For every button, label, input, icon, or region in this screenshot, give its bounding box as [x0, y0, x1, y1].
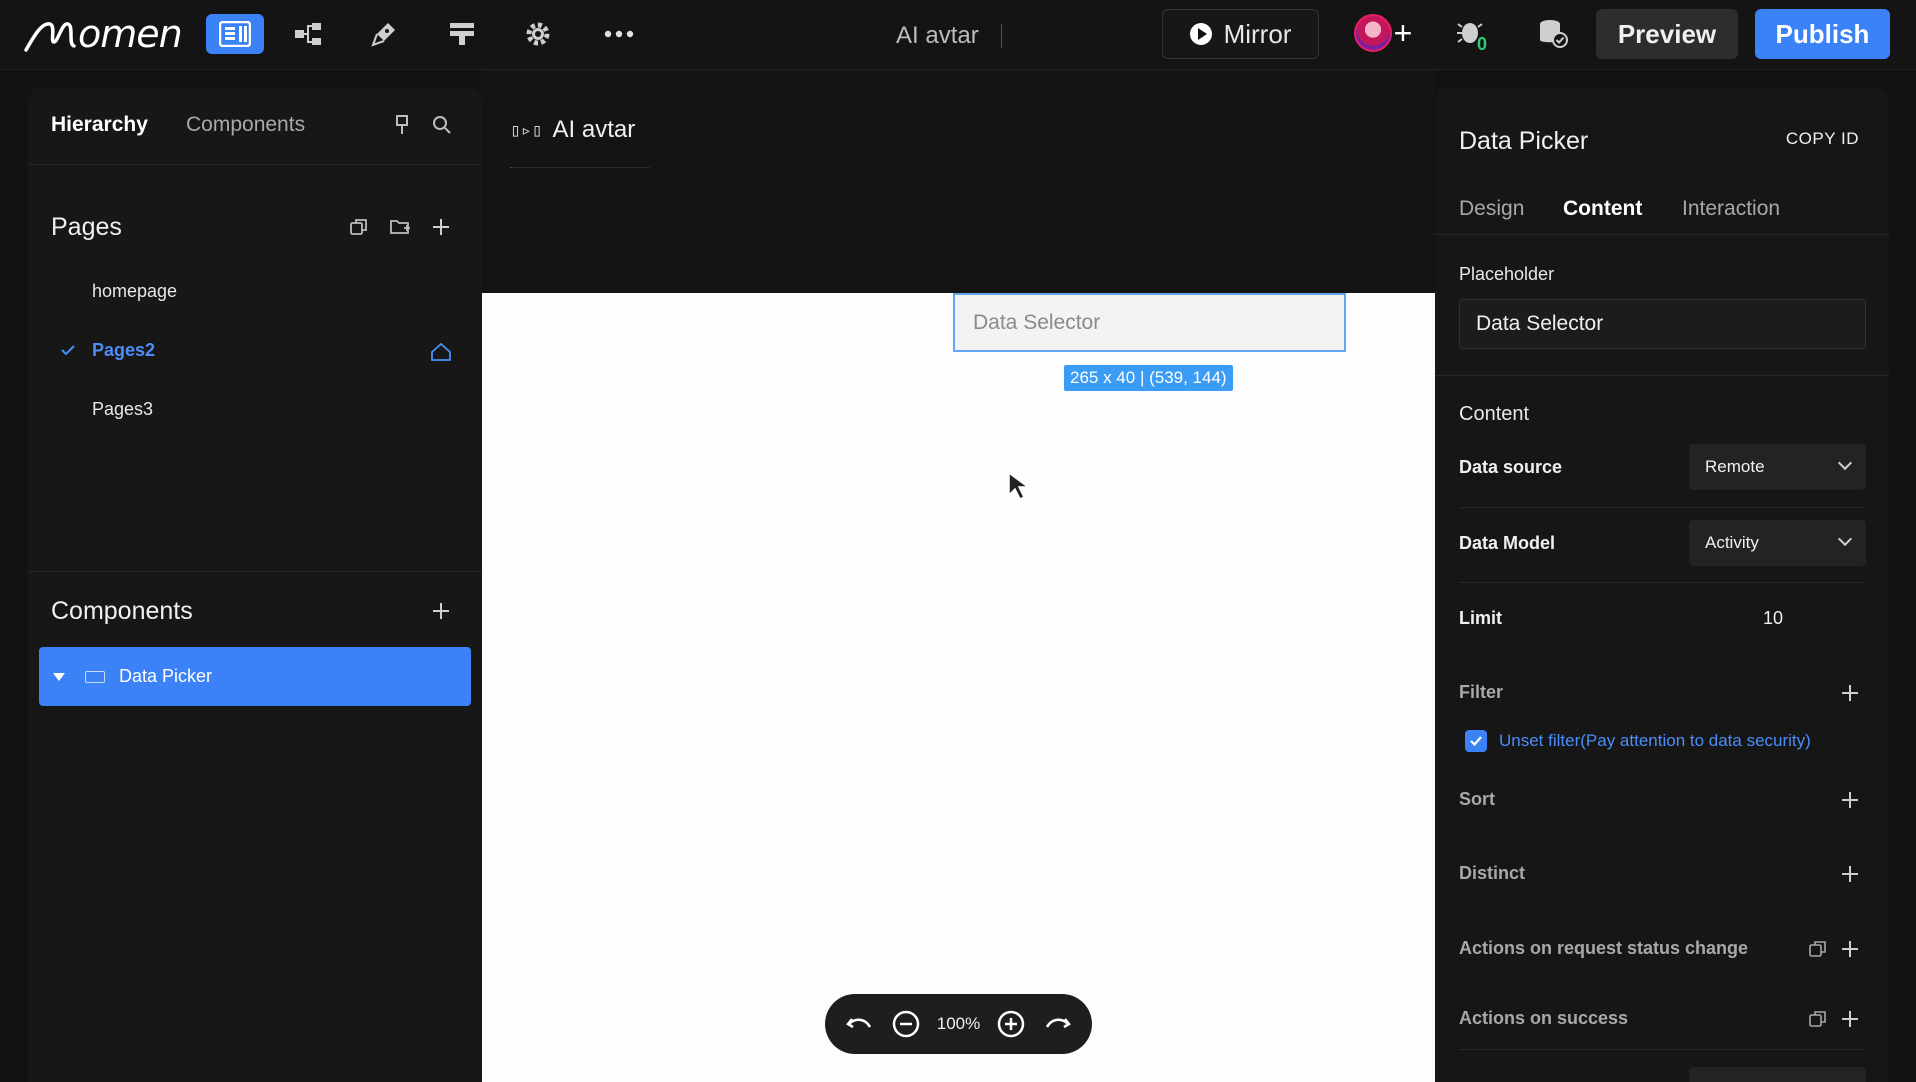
action-flow-icon[interactable] — [440, 14, 484, 54]
add-status-action-icon[interactable] — [1839, 938, 1861, 960]
data-source-select[interactable]: Remote — [1689, 444, 1866, 490]
component-title: Data Picker — [1459, 127, 1589, 155]
sort-label: Sort — [1459, 789, 1495, 809]
add-sort-icon[interactable] — [1839, 789, 1861, 811]
expand-caret-icon[interactable] — [53, 672, 65, 681]
tab-design[interactable]: Design — [1459, 197, 1524, 221]
project-title[interactable]: AI avtar — [896, 22, 979, 50]
settings-gear-icon[interactable] — [516, 14, 560, 54]
top-toolbar: omen AI avtar Mirror + 0 Preview Publish — [0, 0, 1916, 70]
debug-bug-icon[interactable]: 0 — [1452, 14, 1496, 54]
debug-badge-count: 0 — [1477, 34, 1487, 51]
add-filter-icon[interactable] — [1839, 682, 1861, 704]
home-page-icon[interactable] — [426, 337, 456, 367]
data-model-label: Data Model — [1459, 533, 1556, 553]
mirror-button[interactable]: Mirror — [1162, 9, 1319, 59]
logo-text: omen — [78, 12, 183, 56]
components-section-title: Components — [51, 597, 193, 625]
placeholder-label: Placeholder — [1459, 264, 1555, 284]
app-logo[interactable]: omen — [24, 10, 183, 58]
page-preview-surface[interactable] — [482, 293, 1435, 1082]
layout-editor-icon[interactable] — [206, 14, 264, 54]
page-item-pages3[interactable]: Pages3 — [92, 399, 153, 420]
limit-input[interactable]: 10 — [1763, 608, 1783, 629]
row-divider — [1459, 507, 1866, 508]
unset-filter-option[interactable]: Unset filter(Pay attention to data secur… — [1465, 730, 1811, 752]
tab-hierarchy[interactable]: Hierarchy — [51, 113, 148, 137]
duplicate-page-icon[interactable] — [344, 212, 374, 242]
redo-icon[interactable] — [1041, 1007, 1075, 1041]
mirror-label: Mirror — [1223, 18, 1292, 49]
invite-collaborator-icon[interactable]: + — [1384, 14, 1422, 52]
add-distinct-icon[interactable] — [1839, 863, 1861, 885]
copy-id-button[interactable]: COPY ID — [1786, 129, 1859, 149]
search-icon[interactable] — [428, 111, 456, 139]
page-item-pages2[interactable]: Pages2 — [92, 340, 155, 361]
page-frame-icon: ▯▹▯ — [510, 119, 543, 141]
canvas-page-name: AI avtar — [552, 116, 636, 143]
preview-button[interactable]: Preview — [1596, 9, 1738, 59]
zoom-out-icon[interactable] — [889, 1007, 923, 1041]
tab-interaction[interactable]: Interaction — [1682, 197, 1780, 221]
add-component-icon[interactable] — [426, 596, 456, 626]
unset-filter-label[interactable]: Unset filter(Pay attention to data secur… — [1499, 731, 1811, 751]
left-panel-divider — [28, 571, 482, 572]
data-source-label: Data source — [1459, 457, 1563, 477]
plugin-icon[interactable] — [362, 14, 406, 54]
copy-action-icon[interactable] — [1807, 938, 1829, 960]
chevron-down-icon — [1837, 531, 1853, 547]
properties-tabs: Design Content Interaction — [1435, 192, 1889, 235]
zoom-toolbar: 100% — [825, 994, 1092, 1054]
filter-label: Filter — [1459, 682, 1504, 702]
component-item-data-picker[interactable]: Data Picker — [39, 647, 471, 706]
data-model-select[interactable]: Activity — [1689, 520, 1866, 566]
zoom-level[interactable]: 100% — [937, 1014, 980, 1034]
placeholder-input[interactable]: Data Selector — [1459, 299, 1866, 349]
component-label: Data Picker — [119, 666, 213, 686]
copy-action-icon[interactable] — [1807, 1008, 1829, 1030]
data-source-value: Remote — [1705, 457, 1765, 476]
row-divider — [1459, 582, 1866, 583]
input-component-icon — [85, 670, 105, 683]
zoom-in-icon[interactable] — [994, 1007, 1028, 1041]
unset-filter-checkbox[interactable] — [1465, 730, 1487, 752]
pages-section-title: Pages — [51, 213, 122, 241]
publish-button[interactable]: Publish — [1755, 9, 1890, 59]
actions-status-label: Actions on request status change — [1459, 938, 1749, 958]
content-section-title: Content — [1459, 403, 1530, 425]
section-divider — [1435, 375, 1889, 376]
data-model-icon[interactable] — [286, 14, 330, 54]
row-divider — [1459, 1049, 1866, 1050]
title-divider — [1001, 24, 1002, 48]
logo-mark-icon — [24, 22, 76, 52]
chevron-down-icon — [1837, 455, 1853, 471]
page-item-homepage[interactable]: homepage — [92, 281, 177, 302]
add-page-icon[interactable] — [426, 212, 456, 242]
add-success-action-icon[interactable] — [1839, 1008, 1861, 1030]
tab-content[interactable]: Content — [1563, 197, 1642, 221]
properties-panel: Data Picker COPY ID Design Content Inter… — [1435, 87, 1889, 1082]
tab-components[interactable]: Components — [186, 113, 305, 137]
actions-success-label: Actions on success — [1459, 1008, 1629, 1028]
left-panel-tabs: Hierarchy Components — [28, 87, 482, 165]
size-position-badge: 265 x 40 | (539, 144) — [1064, 365, 1233, 391]
header-underline — [510, 167, 650, 168]
distinct-label: Distinct — [1459, 863, 1526, 883]
more-options-icon[interactable] — [597, 14, 641, 54]
partial-select[interactable] — [1689, 1067, 1866, 1082]
selected-data-picker[interactable]: Data Selector — [953, 293, 1346, 352]
play-icon — [1189, 23, 1212, 45]
data-model-value: Activity — [1705, 533, 1759, 552]
database-check-icon[interactable] — [1531, 14, 1575, 54]
pin-icon[interactable] — [388, 111, 416, 139]
canvas-page-header: ▯▹▯ AI avtar — [510, 116, 635, 144]
limit-label: Limit — [1459, 608, 1502, 628]
checkmark-icon — [60, 343, 76, 361]
add-folder-icon[interactable] — [385, 212, 415, 242]
left-panel: Hierarchy Components Pages homepage Page… — [28, 87, 482, 1082]
undo-icon[interactable] — [842, 1007, 876, 1041]
